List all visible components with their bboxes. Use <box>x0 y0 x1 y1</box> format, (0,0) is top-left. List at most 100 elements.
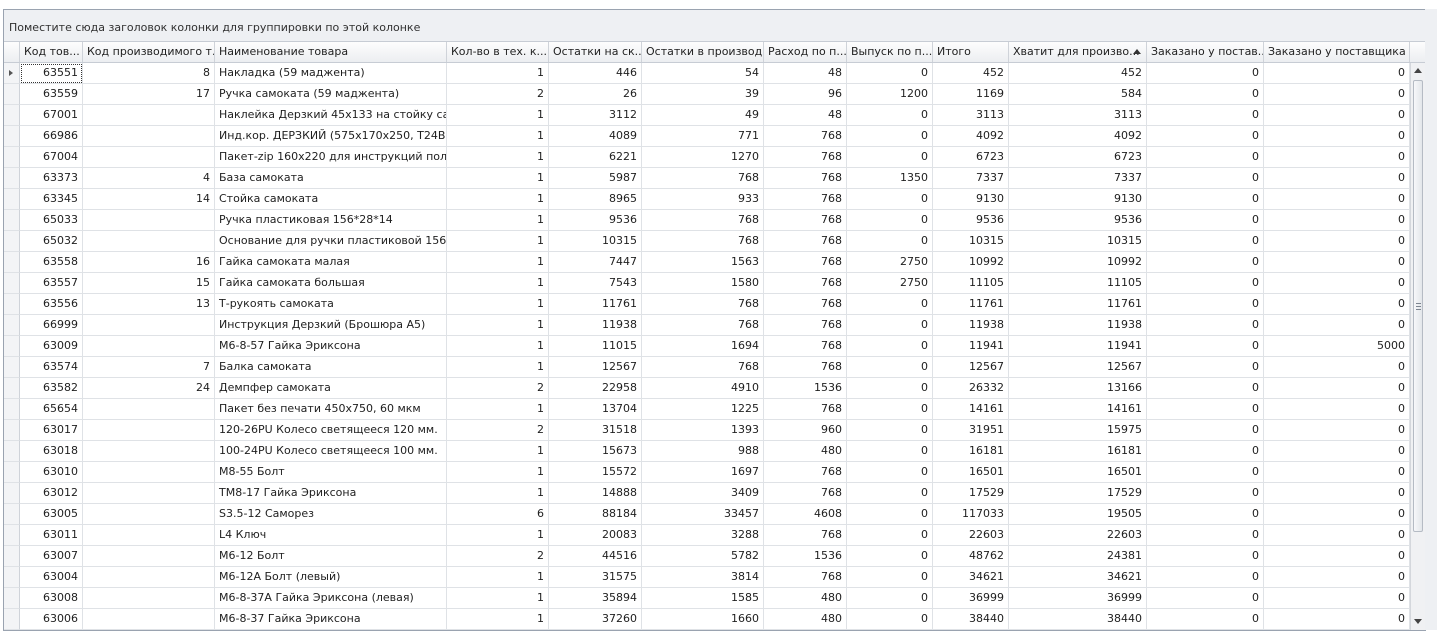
row-indicator[interactable] <box>4 462 20 483</box>
col-total-cell[interactable]: 10992 <box>933 252 1009 273</box>
col-stock-production-cell[interactable]: 1393 <box>642 420 764 441</box>
col-stock-production-cell[interactable]: 768 <box>642 210 764 231</box>
row-indicator[interactable] <box>4 147 20 168</box>
col-produced-code-cell[interactable] <box>83 441 215 462</box>
col-stock-production-header[interactable]: Остатки в производ... <box>642 42 764 62</box>
col-stock-production-cell[interactable]: 3288 <box>642 525 764 546</box>
col-ordered-supplier-cell[interactable]: 0 <box>1147 483 1264 504</box>
col-code-header[interactable]: Код тов... <box>20 42 83 62</box>
col-output-cell[interactable]: 0 <box>847 336 933 357</box>
table-row[interactable]: 63017 120-26PU Колесо светящееся 120 мм. 2… <box>4 420 1410 441</box>
col-name-cell[interactable]: L4 Ключ <box>215 525 447 546</box>
table-row[interactable]: 67001 Наклейка Дерзкий 45х133 на стойку с… <box>4 105 1410 126</box>
col-stock-production-cell[interactable]: 988 <box>642 441 764 462</box>
col-total-cell[interactable]: 9536 <box>933 210 1009 231</box>
col-produced-code-cell[interactable]: 17 <box>83 84 215 105</box>
col-ordered-supplier-2-cell[interactable]: 0 <box>1264 525 1410 546</box>
col-ordered-supplier-cell[interactable]: 0 <box>1147 168 1264 189</box>
row-indicator[interactable] <box>4 525 20 546</box>
table-row[interactable]: 63004 М6-12А Болт (левый) 1 31575 3814 768 0 34… <box>4 567 1410 588</box>
col-ordered-supplier-cell[interactable]: 0 <box>1147 609 1264 630</box>
col-produced-code-cell[interactable] <box>83 147 215 168</box>
col-stock-warehouse-cell[interactable]: 11015 <box>549 336 642 357</box>
col-qty-tech-cell[interactable]: 1 <box>447 189 549 210</box>
col-enough-for-cell[interactable]: 11761 <box>1009 294 1147 315</box>
col-consumption-cell[interactable]: 768 <box>764 294 847 315</box>
col-code-cell[interactable]: 67001 <box>20 105 83 126</box>
row-indicator[interactable] <box>4 336 20 357</box>
col-name-cell[interactable]: Наклейка Дерзкий 45х133 на стойку сам... <box>215 105 447 126</box>
col-name-cell[interactable]: 100-24PU Колесо светящееся 100 мм. <box>215 441 447 462</box>
col-stock-warehouse-cell[interactable]: 10315 <box>549 231 642 252</box>
col-produced-code-cell[interactable]: 8 <box>83 63 215 84</box>
table-row[interactable]: 63559 17 Ручка самоката (59 маджента) 2 26 39… <box>4 84 1410 105</box>
col-name-cell[interactable]: S3.5-12 Саморез <box>215 504 447 525</box>
col-total-cell[interactable]: 11938 <box>933 315 1009 336</box>
header-indicator-corner[interactable] <box>4 42 20 62</box>
col-enough-for-cell[interactable]: 19505 <box>1009 504 1147 525</box>
col-output-cell[interactable]: 2750 <box>847 252 933 273</box>
col-code-cell[interactable]: 63010 <box>20 462 83 483</box>
col-enough-for-header[interactable]: Хватит для произво... <box>1009 42 1147 62</box>
col-total-cell[interactable]: 17529 <box>933 483 1009 504</box>
col-stock-warehouse-cell[interactable]: 11761 <box>549 294 642 315</box>
row-indicator[interactable] <box>4 441 20 462</box>
col-enough-for-cell[interactable]: 10315 <box>1009 231 1147 252</box>
col-ordered-supplier-2-header[interactable]: Заказано у поставщика ... <box>1264 42 1410 62</box>
col-consumption-cell[interactable]: 480 <box>764 441 847 462</box>
row-indicator[interactable] <box>4 273 20 294</box>
table-row[interactable]: 63345 14 Стойка самоката 1 8965 933 768 0 9130 91… <box>4 189 1410 210</box>
col-produced-code-cell[interactable] <box>83 462 215 483</box>
col-ordered-supplier-2-cell[interactable]: 0 <box>1264 483 1410 504</box>
col-enough-for-cell[interactable]: 452 <box>1009 63 1147 84</box>
table-row[interactable]: 63008 М6-8-37А Гайка Эриксона (левая) 1 358… <box>4 588 1410 609</box>
col-total-cell[interactable]: 31951 <box>933 420 1009 441</box>
col-produced-code-cell[interactable] <box>83 126 215 147</box>
col-name-cell[interactable]: Накладка (59 маджента) <box>215 63 447 84</box>
col-output-cell[interactable]: 0 <box>847 357 933 378</box>
col-enough-for-cell[interactable]: 16501 <box>1009 462 1147 483</box>
row-indicator[interactable] <box>4 546 20 567</box>
table-row[interactable]: 63006 М6-8-37 Гайка Эриксона 1 37260 1660 480… <box>4 609 1410 630</box>
col-consumption-cell[interactable]: 768 <box>764 273 847 294</box>
col-ordered-supplier-cell[interactable]: 0 <box>1147 504 1264 525</box>
col-code-cell[interactable]: 63017 <box>20 420 83 441</box>
col-ordered-supplier-cell[interactable]: 0 <box>1147 273 1264 294</box>
col-total-cell[interactable]: 11105 <box>933 273 1009 294</box>
col-qty-tech-cell[interactable]: 1 <box>447 168 549 189</box>
col-enough-for-cell[interactable]: 10992 <box>1009 252 1147 273</box>
col-ordered-supplier-2-cell[interactable]: 0 <box>1264 546 1410 567</box>
row-indicator[interactable] <box>4 588 20 609</box>
col-total-cell[interactable]: 16501 <box>933 462 1009 483</box>
col-name-cell[interactable]: База самоката <box>215 168 447 189</box>
col-ordered-supplier-2-cell[interactable]: 0 <box>1264 231 1410 252</box>
col-ordered-supplier-2-cell[interactable]: 0 <box>1264 462 1410 483</box>
col-ordered-supplier-cell[interactable]: 0 <box>1147 105 1264 126</box>
col-output-cell[interactable]: 0 <box>847 105 933 126</box>
col-qty-tech-cell[interactable]: 1 <box>447 336 549 357</box>
group-by-panel[interactable]: Поместите сюда заголовок колонки для гру… <box>4 10 1425 42</box>
col-output-cell[interactable]: 0 <box>847 588 933 609</box>
col-total-cell[interactable]: 1169 <box>933 84 1009 105</box>
col-consumption-cell[interactable]: 768 <box>764 126 847 147</box>
col-code-cell[interactable]: 63011 <box>20 525 83 546</box>
col-consumption-cell[interactable]: 768 <box>764 231 847 252</box>
col-total-cell[interactable]: 9130 <box>933 189 1009 210</box>
col-stock-production-cell[interactable]: 5782 <box>642 546 764 567</box>
col-stock-production-cell[interactable]: 933 <box>642 189 764 210</box>
col-name-cell[interactable]: Пакет-zip 160х220 для инструкций полиз..… <box>215 147 447 168</box>
col-name-cell[interactable]: М6-12А Болт (левый) <box>215 567 447 588</box>
col-output-cell[interactable]: 0 <box>847 609 933 630</box>
col-output-cell[interactable]: 0 <box>847 546 933 567</box>
col-total-cell[interactable]: 10315 <box>933 231 1009 252</box>
col-qty-tech-cell[interactable]: 1 <box>447 399 549 420</box>
col-produced-code-cell[interactable] <box>83 588 215 609</box>
col-consumption-cell[interactable]: 96 <box>764 84 847 105</box>
col-name-cell[interactable]: ТМ8-17 Гайка Эриксона <box>215 483 447 504</box>
col-enough-for-cell[interactable]: 7337 <box>1009 168 1147 189</box>
col-ordered-supplier-cell[interactable]: 0 <box>1147 189 1264 210</box>
col-stock-warehouse-cell[interactable]: 20083 <box>549 525 642 546</box>
table-row[interactable]: 66986 Инд.кор. ДЕРЗКИЙ (575х170х250, Т24В… <box>4 126 1410 147</box>
col-enough-for-cell[interactable]: 22603 <box>1009 525 1147 546</box>
row-indicator[interactable] <box>4 168 20 189</box>
